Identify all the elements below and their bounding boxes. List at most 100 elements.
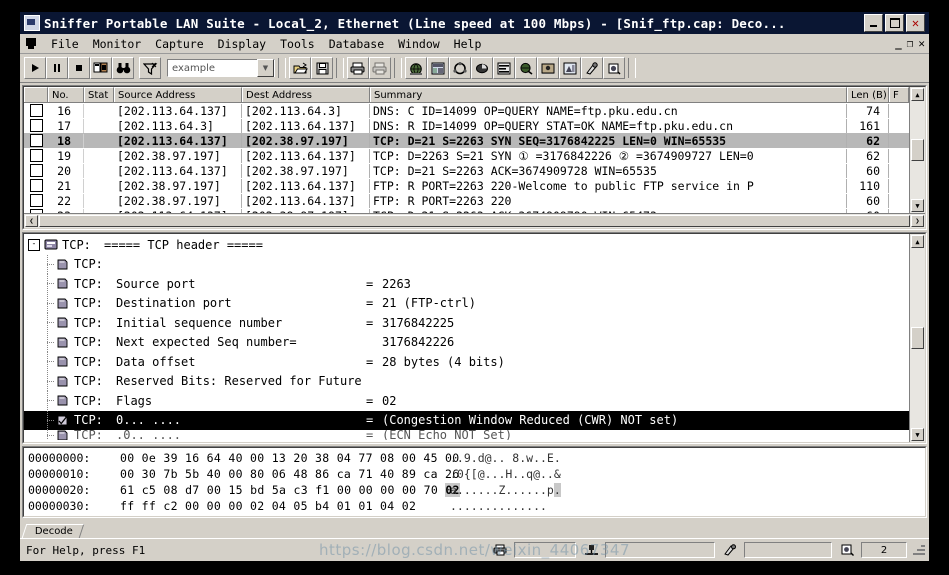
tree-row[interactable]: TCP: Next expected Seq number= 3176842226 [24,332,909,353]
printer-status-icon[interactable] [489,541,511,559]
scroll-up-button[interactable]: ▲ [911,88,924,101]
minimize-button[interactable] [864,14,883,32]
mdi-minimize-button[interactable]: _ [895,37,902,50]
network-status-icon[interactable] [580,541,602,559]
menu-item-help[interactable]: Help [447,36,489,52]
menu-item-tools[interactable]: Tools [273,36,322,52]
tree-row[interactable]: TCP: Flags = 02 [24,391,909,411]
pause-capture-button[interactable] [46,57,68,79]
tab-decode[interactable]: Decode [21,524,85,538]
collapse-expander-icon[interactable]: - [28,238,40,251]
column-header-len[interactable]: Len (B) [847,87,889,102]
checkbox-icon[interactable] [29,104,43,117]
row-select-checkbox[interactable] [24,164,48,177]
table-row[interactable]: 22 [202.38.97.197] [202.113.64.137] FTP: R … [24,193,909,208]
row-select-checkbox[interactable] [24,179,48,192]
hscroll-thumb[interactable] [39,215,910,227]
row-select-checkbox[interactable] [24,194,48,207]
decode-status-icon[interactable] [836,541,858,559]
checkbox-icon[interactable] [29,134,43,147]
scroll-right-button[interactable]: ❯ [911,215,924,227]
dashboard-button[interactable] [405,57,427,79]
hex-dump-row[interactable]: 00000030: ff ff c2 00 00 00 02 04 05 b4 0… [28,498,925,514]
column-header-stat[interactable]: Stat [84,87,114,102]
row-select-checkbox[interactable] [24,119,48,132]
tree-row[interactable]: TCP: [24,254,909,275]
row-select-checkbox[interactable] [24,134,48,147]
scroll-left-button[interactable]: ❮ [25,215,38,227]
tree-scroll-down-button[interactable]: ▼ [911,428,924,441]
save-file-button[interactable] [311,57,333,79]
scroll-down-button[interactable]: ▼ [911,199,924,212]
table-row[interactable]: 17 [202.113.64.3] [202.113.64.137] DNS: R I… [24,118,909,133]
filter-combo[interactable]: example ▼ [167,59,275,77]
checkbox-icon[interactable] [29,149,43,162]
column-header-no[interactable]: No. [48,87,84,102]
protocol-dist-button[interactable] [471,57,493,79]
matrix-button[interactable] [449,57,471,79]
open-file-button[interactable] [289,57,311,79]
hex-dump-row[interactable]: 00000010: 00 30 7b 5b 40 00 80 06 48 86 c… [28,466,925,482]
tree-row[interactable]: TCP: .0.. .... = (ECN Echo NOT Set) [24,430,909,440]
host-table-button[interactable] [427,57,449,79]
tree-row[interactable]: TCP: Initial sequence number = 3176842225 [24,313,909,333]
find-button[interactable] [112,57,134,79]
checkbox-icon[interactable] [29,194,43,207]
tree-scroll-up-button[interactable]: ▲ [911,235,924,248]
table-row[interactable]: 19 [202.38.97.197] [202.113.64.137] TCP: D=… [24,148,909,163]
mdi-restore-button[interactable]: ❐ [907,37,914,50]
menu-item-monitor[interactable]: Monitor [86,36,148,52]
stop-and-display-button[interactable] [90,57,112,79]
column-header-dest[interactable]: Dest Address [242,87,370,102]
help-topics-button[interactable] [603,57,625,79]
resize-grip[interactable] [911,543,925,557]
capture-filter-button[interactable] [139,57,161,79]
start-capture-button[interactable] [24,57,46,79]
table-row[interactable]: 21 [202.38.97.197] [202.113.64.137] FTP: R … [24,178,909,193]
sniffer-app-icon[interactable] [24,15,40,31]
document-system-icon[interactable] [25,37,38,50]
packet-list-horizontal-scrollbar[interactable]: ❮ ❯ [24,213,925,228]
hex-dump-row[interactable]: 00000020: 61 c5 08 d7 00 15 bd 5a c3 f1 0… [28,482,925,498]
menu-item-window[interactable]: Window [391,36,447,52]
scroll-thumb[interactable] [911,138,924,161]
tree-row[interactable]: TCP: Reserved Bits: Reserved for Future U… [24,371,909,392]
expert-button[interactable] [559,57,581,79]
expert-status-icon[interactable] [719,541,741,559]
maximize-button[interactable] [885,14,904,32]
tree-scroll-thumb[interactable] [911,326,924,349]
filter-combo-value[interactable]: example [172,63,257,74]
mdi-close-button[interactable]: ✕ [918,37,925,50]
tree-row[interactable]: TCP: 0... .... = (Congestion Window Reduce… [24,410,909,430]
close-button[interactable]: ✕ [906,14,925,32]
column-header-summary[interactable]: Summary [370,87,847,102]
table-row[interactable]: 18 [202.113.64.137] [202.38.97.197] TCP: D=… [24,133,909,148]
checkbox-icon[interactable] [29,164,43,177]
print-button[interactable] [347,57,369,79]
column-header-source[interactable]: Source Address [114,87,242,102]
stop-capture-button[interactable] [68,57,90,79]
tree-row[interactable]: TCP: Source port = 2263 [24,274,909,294]
alarm-log-button[interactable] [537,57,559,79]
print-preview-button[interactable] [369,57,391,79]
hex-dump-row[interactable]: 00000000: 00 0e 39 16 64 40 00 13 20 38 0… [28,450,925,466]
history-button[interactable] [515,57,537,79]
table-row[interactable]: 20 [202.113.64.137] [202.38.97.197] TCP: D=… [24,163,909,178]
column-header-f[interactable]: F [889,87,909,102]
tree-row[interactable]: TCP: Destination port = 21 (FTP-ctrl) [24,293,909,314]
menu-item-capture[interactable]: Capture [148,36,210,52]
menu-item-file[interactable]: File [44,36,86,52]
row-select-checkbox[interactable] [24,149,48,162]
tree-row[interactable]: TCP: Data offset = 28 bytes (4 bits) [24,352,909,372]
decode-button[interactable] [581,57,603,79]
menu-item-display[interactable]: Display [211,36,273,52]
checkbox-icon[interactable] [29,119,43,132]
decode-tree-vertical-scrollbar[interactable]: ▲ ▼ [909,234,925,442]
tree-root-row[interactable]: - TCP: ===== TCP header ===== [24,235,909,255]
packet-list-vertical-scrollbar[interactable]: ▲ ▼ [909,87,925,213]
title-bar[interactable]: Sniffer Portable LAN Suite - Local_2, Et… [20,12,929,34]
row-select-checkbox[interactable] [24,104,48,117]
table-row[interactable]: 16 [202.113.64.137] [202.113.64.3] DNS: C I… [24,103,909,118]
checkbox-icon[interactable] [29,179,43,192]
menu-item-database[interactable]: Database [322,36,391,52]
